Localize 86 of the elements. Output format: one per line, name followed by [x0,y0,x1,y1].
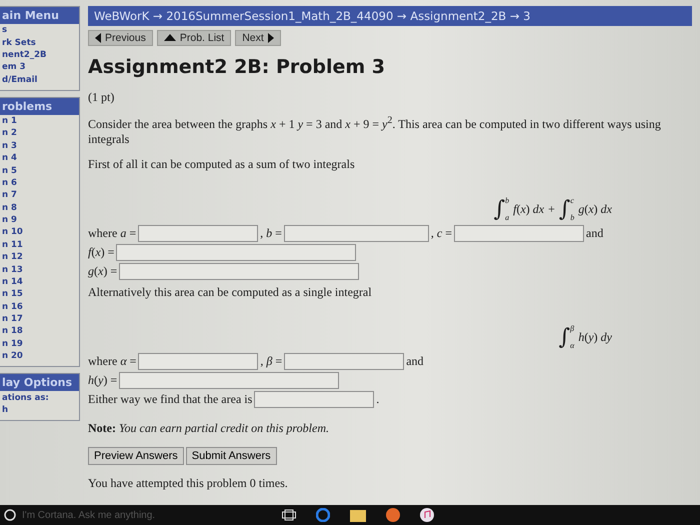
sidebar-link[interactable]: n 8 [0,202,79,214]
upper-limit: c [570,196,574,205]
field-label: Either way we find that the area is [88,392,252,407]
integrand: f(x) dx [513,202,544,216]
task-view-icon[interactable] [282,509,296,521]
field-label: , b = [260,226,282,241]
answer-field[interactable] [116,244,356,261]
integral-sign: ∫ [558,196,570,222]
answer-field[interactable] [284,353,404,370]
sidebar-link[interactable]: n 6 [0,176,79,190]
answer-field[interactable] [284,225,429,242]
answer-field[interactable] [138,225,258,242]
music-note-icon[interactable] [420,508,434,522]
answer-field[interactable] [254,391,374,408]
lower-limit: b [570,213,574,222]
submit-button[interactable]: Submit Answers [186,447,277,465]
period: . [376,392,380,407]
sidebar-link[interactable]: em 3 [0,61,79,74]
field-label: where α = [88,354,136,369]
sidebar-link[interactable]: n 12 [0,251,79,264]
sidebar-link[interactable]: n 15 [0,288,79,300]
field-label: f(x) = [88,245,114,260]
attempts-text: You have attempted this problem 0 times. [88,476,288,490]
answer-field[interactable] [119,372,340,389]
sidebar-link[interactable]: s [0,24,79,36]
field-label: , c = [430,226,452,241]
points-label: (1 pt) [88,90,114,104]
right-triangle-icon [268,33,274,43]
sidebar-link[interactable]: h [0,404,79,416]
sidebar-heading: lay Options [0,374,79,392]
sidebar-link[interactable]: n 11 [0,238,79,251]
globe-icon[interactable] [386,508,400,522]
answer-field[interactable] [138,353,258,370]
integral-sign: ∫ [494,196,506,222]
browser-e-icon[interactable] [316,508,330,522]
upper-limit: β [570,324,574,333]
answer-field[interactable] [454,225,584,242]
sidebar-link[interactable]: n 2 [0,127,79,140]
sidebar-link[interactable]: n 16 [0,300,79,313]
folder-icon[interactable] [350,508,366,522]
sidebar-link[interactable]: n 14 [0,276,79,288]
nav-button[interactable]: Prob. List [156,30,232,46]
plus-sign: + [548,202,555,216]
sidebar-link[interactable]: nent2_2B [0,48,79,62]
sidebar-link[interactable]: n 19 [0,338,79,350]
integrand: g(x) dx [578,202,612,216]
sidebar-link[interactable]: d/Email [0,74,79,86]
field-label: and [586,226,604,241]
problem-text: Alternatively this area can be computed as a single integral [88,285,372,299]
sidebar-link[interactable]: n 3 [0,140,79,152]
nav-button[interactable]: Next [235,30,281,46]
submit-button[interactable]: Preview Answers [88,447,184,465]
sidebar-link[interactable]: n 4 [0,152,79,164]
integrand: h(y) dy [578,330,612,344]
sidebar-link[interactable]: n 1 [0,114,79,128]
sidebar-link[interactable]: n 5 [0,164,79,177]
sidebar-link[interactable]: n 20 [0,350,79,362]
answer-field[interactable] [119,263,360,280]
field-label: , β = [260,354,282,369]
sidebar-link[interactable]: n 18 [0,325,79,338]
circle-icon[interactable] [4,509,16,521]
field-label: where a = [88,226,136,241]
sidebar-link[interactable]: n 10 [0,226,79,239]
sidebar-heading: roblems [0,98,79,115]
sidebar-link[interactable]: n 9 [0,214,79,226]
sidebar-link[interactable]: n 7 [0,189,79,202]
problem-title: Assignment2 2B: Problem 3 [88,56,386,78]
sidebar-link[interactable]: ations as: [0,391,79,404]
problem-text: First of all it can be computed as a sum of two integrals [88,157,355,171]
problem-text: Consider the area between the graphs x + 1 y = 3 and x + 9 = y$^{2}$. This area can be computed in two different ways using integrals [88,117,661,146]
sidebar-link[interactable]: rk Sets [0,36,79,49]
breadcrumb-bar: WeBWorK → 2016SummerSession1_Math_2B_44090 → Assignment2_2B → 3 [88,6,692,26]
field-label: h(y) = [88,373,118,388]
field-label: and [406,354,424,369]
sidebar-link[interactable]: n 17 [0,312,79,326]
field-label: g(x) = [88,264,118,279]
up-triangle-icon [164,33,176,43]
note-text: Note: You can earn partial credit on this problem. [88,421,329,435]
lower-limit: a [505,213,510,222]
left-triangle-icon [95,33,101,43]
integral-sign: ∫ [558,324,570,350]
lower-limit: α [570,341,574,350]
sidebar-heading: ain Menu [0,7,79,24]
upper-limit: b [505,196,510,205]
sidebar-link[interactable]: n 13 [0,263,79,276]
nav-button[interactable]: Previous [88,30,153,46]
